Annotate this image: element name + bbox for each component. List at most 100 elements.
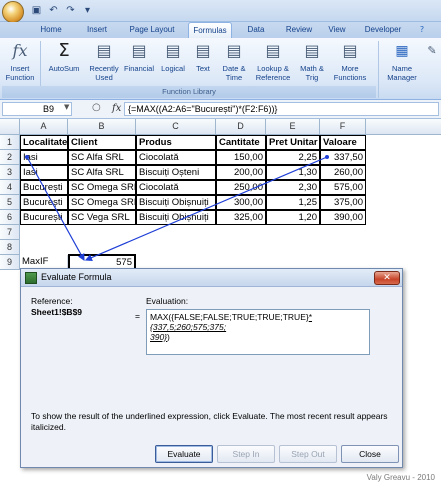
formula-bar-dropdown-icon[interactable]: ▼ <box>64 103 69 111</box>
recently-used-button[interactable]: ▤ Recently Used <box>86 40 122 82</box>
table-cell[interactable]: 2,30 <box>266 180 320 195</box>
tab-data[interactable]: Data <box>242 22 270 38</box>
formula-bar: B9 ▼ ○ fx {=MAX((A2:A6="București")*(F2:… <box>0 100 441 119</box>
table-cell[interactable]: 1,25 <box>266 195 320 210</box>
evaluate-formula-dialog: Evaluate Formula ✕ Reference: Sheet1!$B$… <box>20 268 403 468</box>
insert-function-button[interactable]: fx Insert Function <box>2 40 38 82</box>
header-cell[interactable]: Localitate <box>20 135 68 150</box>
math-trig-button[interactable]: ▤ Math & Trig <box>296 40 328 82</box>
column-header[interactable]: D <box>216 119 266 135</box>
column-header[interactable]: A <box>20 119 68 135</box>
table-cell[interactable]: Iasi <box>20 150 68 165</box>
text-label: Text <box>196 64 210 73</box>
table-cell[interactable]: SC Alfa SRL <box>68 150 136 165</box>
define-name-button[interactable]: ✎ <box>424 40 440 64</box>
table-cell[interactable]: 2,25 <box>266 150 320 165</box>
formula-input[interactable]: {=MAX((A2:A6="București")*(F2:F6))} <box>124 102 439 116</box>
customize-qat-icon[interactable]: ▾ <box>81 4 94 17</box>
header-cell[interactable]: Valoare <box>320 135 366 150</box>
table-cell[interactable]: 300,00 <box>216 195 266 210</box>
table-cell[interactable]: Ciocolată <box>136 180 216 195</box>
name-manager-label: Name Manager <box>387 64 417 82</box>
evaluation-label: Evaluation: <box>146 296 189 306</box>
tab-review[interactable]: Review <box>282 22 316 38</box>
evaluate-button[interactable]: Evaluate <box>155 445 213 463</box>
lookup-reference-button[interactable]: ▤ Lookup & Reference <box>251 40 295 82</box>
redo-icon[interactable]: ↷ <box>64 4 77 17</box>
table-cell[interactable]: 260,00 <box>320 165 366 180</box>
row-header[interactable]: 3 <box>0 165 20 180</box>
table-cell[interactable]: Biscuiți Obișnuiți <box>136 195 216 210</box>
save-icon[interactable]: ▣ <box>30 4 43 17</box>
tab-formulas[interactable]: Formulas <box>188 22 232 38</box>
step-out-button[interactable]: Step Out <box>279 445 337 463</box>
row-header[interactable]: 6 <box>0 210 20 225</box>
table-cell[interactable]: Biscuiți Oșteni <box>136 165 216 180</box>
more-functions-button[interactable]: ▤ More Functions <box>329 40 371 82</box>
row-header[interactable]: 2 <box>0 150 20 165</box>
tab-page-layout[interactable]: Page Layout <box>124 22 180 38</box>
row-header[interactable]: 1 <box>0 135 20 150</box>
undo-icon[interactable]: ↶ <box>47 4 60 17</box>
name-box[interactable]: B9 <box>2 102 72 116</box>
table-cell[interactable]: 575,00 <box>320 180 366 195</box>
table-cell[interactable]: Iasi <box>20 165 68 180</box>
evaluation-box[interactable]: MAX({FALSE;FALSE;TRUE;TRUE;TRUE}* {337,5… <box>146 309 370 355</box>
header-cell[interactable]: Pret Unitar <box>266 135 320 150</box>
header-cell[interactable]: Produs <box>136 135 216 150</box>
close-button[interactable]: Close <box>341 445 399 463</box>
header-cell[interactable]: Cantitate <box>216 135 266 150</box>
table-cell[interactable]: 150,00 <box>216 150 266 165</box>
ribbon-formulas: fx Insert Function Σ AutoSum ▤ Recently … <box>0 38 441 100</box>
table-cell[interactable]: 337,50 <box>320 150 366 165</box>
table-cell[interactable]: 1,20 <box>266 210 320 225</box>
name-manager-button[interactable]: ▦ Name Manager <box>382 40 422 82</box>
table-cell[interactable]: 200,00 <box>216 165 266 180</box>
column-header[interactable]: C <box>136 119 216 135</box>
table-cell[interactable]: Biscuiți Obișnuiți <box>136 210 216 225</box>
table-cell[interactable]: 325,00 <box>216 210 266 225</box>
table-cell[interactable]: București <box>20 210 68 225</box>
tab-insert[interactable]: Insert <box>82 22 112 38</box>
column-header[interactable]: E <box>266 119 320 135</box>
help-icon[interactable]: ? <box>416 22 428 38</box>
table-cell[interactable]: Ciocolată <box>136 150 216 165</box>
date-time-button[interactable]: ▤ Date & Time <box>218 40 250 82</box>
cancel-icon[interactable]: ○ <box>92 102 101 113</box>
row-header[interactable]: 5 <box>0 195 20 210</box>
column-header[interactable]: F <box>320 119 366 135</box>
reference-value: Sheet1!$B$9 <box>31 307 83 317</box>
table-cell[interactable]: 1,30 <box>266 165 320 180</box>
table-cell[interactable]: 390,00 <box>320 210 366 225</box>
header-cell[interactable]: Client <box>68 135 136 150</box>
insert-function-fx-button[interactable]: fx <box>112 103 121 114</box>
dialog-title-bar[interactable]: Evaluate Formula ✕ <box>21 269 402 287</box>
table-cell[interactable]: SC Omega SRL <box>68 180 136 195</box>
autosum-button[interactable]: Σ AutoSum <box>44 40 84 73</box>
office-button[interactable] <box>2 1 24 23</box>
text-button[interactable]: ▤ Text <box>190 40 216 73</box>
table-cell[interactable]: 250,00 <box>216 180 266 195</box>
row-header[interactable]: 4 <box>0 180 20 195</box>
table-cell[interactable]: SC Alfa SRL <box>68 165 136 180</box>
financial-button[interactable]: ▤ Financial <box>122 40 156 73</box>
table-cell[interactable]: București <box>20 195 68 210</box>
table-cell[interactable]: 375,00 <box>320 195 366 210</box>
close-icon[interactable]: ✕ <box>374 271 400 285</box>
select-all-corner[interactable] <box>0 119 20 135</box>
row-header[interactable]: 8 <box>0 240 20 255</box>
logical-button[interactable]: ▤ Logical <box>157 40 189 73</box>
tab-view[interactable]: View <box>324 22 350 38</box>
tab-developer[interactable]: Developer <box>360 22 406 38</box>
row-header[interactable]: 9 <box>0 255 20 270</box>
table-cell[interactable]: București <box>20 180 68 195</box>
column-header[interactable]: B <box>68 119 136 135</box>
table-cell[interactable]: SC Omega SRL <box>68 195 136 210</box>
step-in-button[interactable]: Step In <box>217 445 275 463</box>
insert-function-label: Insert Function <box>5 64 35 82</box>
recently-used-label: Recently Used <box>89 64 119 82</box>
table-cell[interactable]: SC Vega SRL <box>68 210 136 225</box>
fx-icon: fx <box>12 41 28 60</box>
row-header[interactable]: 7 <box>0 225 20 240</box>
tab-home[interactable]: Home <box>35 22 67 38</box>
